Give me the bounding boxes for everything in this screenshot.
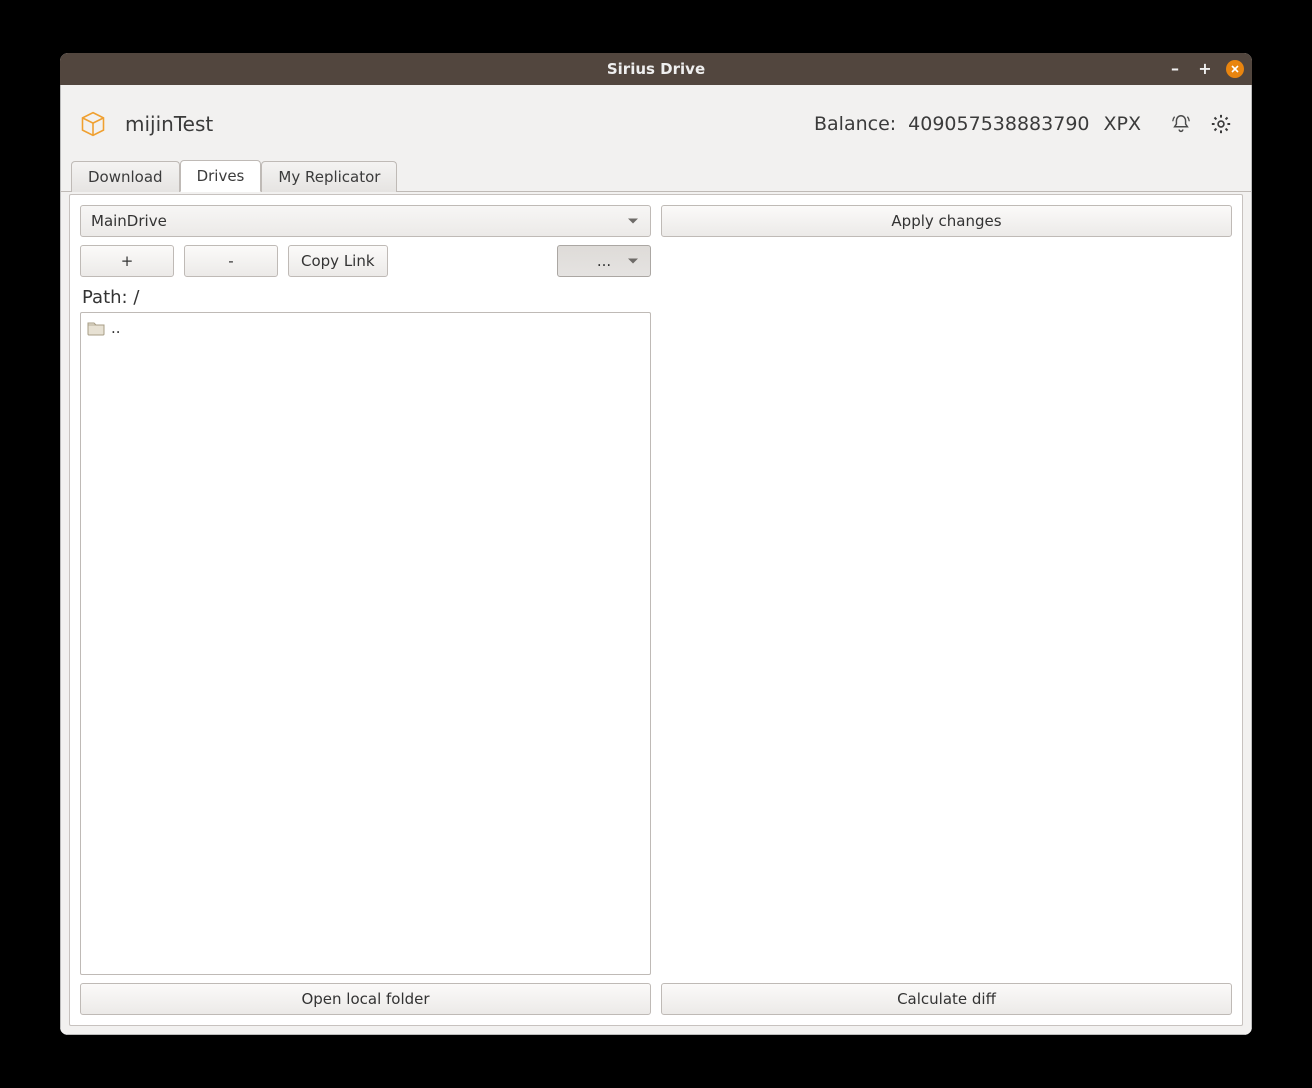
drive-select-value: MainDrive xyxy=(91,212,167,230)
app-shell: mijinTest Balance: 409057538883790 XPX xyxy=(60,85,1252,1035)
titlebar: Sirius Drive – + xyxy=(60,53,1252,85)
window-title: Sirius Drive xyxy=(607,60,705,78)
minimize-button[interactable]: – xyxy=(1166,60,1184,78)
drive-select[interactable]: MainDrive xyxy=(80,205,651,237)
profile-name: mijinTest xyxy=(125,112,213,136)
tabbar: Download Drives My Replicator xyxy=(61,162,1251,192)
calculate-diff-button[interactable]: Calculate diff xyxy=(661,983,1232,1015)
notifications-icon[interactable] xyxy=(1169,112,1193,136)
tab-my-replicator[interactable]: My Replicator xyxy=(261,161,397,192)
chevron-down-icon xyxy=(628,259,638,264)
drives-content: MainDrive Apply changes + - Copy Link ..… xyxy=(69,194,1243,1026)
tab-drives[interactable]: Drives xyxy=(180,160,262,192)
left-file-pane[interactable]: .. xyxy=(80,312,651,975)
apply-changes-button[interactable]: Apply changes xyxy=(661,205,1232,237)
parent-dir-row[interactable]: .. xyxy=(85,317,646,339)
close-button[interactable] xyxy=(1226,60,1244,78)
open-local-folder-button[interactable]: Open local folder xyxy=(80,983,651,1015)
balance-value: 409057538883790 xyxy=(908,113,1089,135)
maximize-button[interactable]: + xyxy=(1196,60,1214,78)
path-label: Path: / xyxy=(82,287,1230,308)
folder-icon xyxy=(87,320,105,336)
app-logo-icon xyxy=(79,110,107,138)
remove-drive-button[interactable]: - xyxy=(184,245,278,277)
balance-unit: XPX xyxy=(1104,113,1142,135)
header-row: mijinTest Balance: 409057538883790 XPX xyxy=(61,85,1251,163)
titlebar-controls: – + xyxy=(1166,53,1244,85)
right-file-pane xyxy=(661,312,1232,975)
add-drive-button[interactable]: + xyxy=(80,245,174,277)
balance-label: Balance: xyxy=(814,113,896,135)
app-window: Sirius Drive – + mijinTest Balance: 4090… xyxy=(60,53,1252,1035)
more-actions-label: ... xyxy=(597,252,611,270)
copy-link-button[interactable]: Copy Link xyxy=(288,245,388,277)
tab-download[interactable]: Download xyxy=(71,161,180,192)
chevron-down-icon xyxy=(628,219,638,224)
more-actions-button[interactable]: ... xyxy=(557,245,651,277)
parent-dir-label: .. xyxy=(111,319,121,337)
settings-icon[interactable] xyxy=(1209,112,1233,136)
